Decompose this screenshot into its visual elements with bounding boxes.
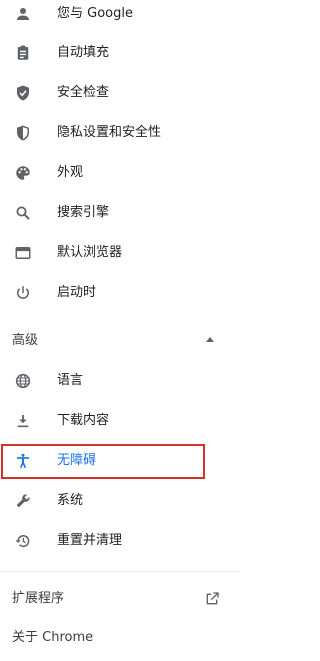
nav-item-extensions[interactable]: 扩展程序 xyxy=(0,585,240,613)
nav-item-appearance[interactable]: 外观 xyxy=(0,154,240,192)
clipboard-icon xyxy=(14,44,32,62)
history-reset-icon xyxy=(14,532,32,550)
nav-item-label: 语言 xyxy=(57,373,84,388)
nav-item-label: 默认浏览器 xyxy=(57,245,123,260)
advanced-section-label: 高级 xyxy=(12,333,39,348)
nav-item-label: 系统 xyxy=(57,493,84,508)
nav-item-default-browser[interactable]: 默认浏览器 xyxy=(0,234,240,272)
settings-sidebar-nav: 您与 Google 自动填充 安全检查 隐私设置和安全性 外观 搜索引擎 默认浏… xyxy=(0,0,260,661)
download-icon xyxy=(14,412,32,430)
nav-item-label: 扩展程序 xyxy=(12,591,65,606)
nav-item-reset-cleanup[interactable]: 重置并清理 xyxy=(0,522,240,560)
nav-item-search-engine[interactable]: 搜索引擎 xyxy=(0,194,240,232)
nav-item-label: 无障碍 xyxy=(57,453,97,468)
nav-item-on-startup[interactable]: 启动时 xyxy=(0,274,240,312)
nav-item-accessibility[interactable]: 无障碍 xyxy=(0,442,240,480)
nav-item-label: 搜索引擎 xyxy=(57,205,110,220)
browser-window-icon xyxy=(14,244,32,262)
palette-icon xyxy=(14,164,32,182)
nav-item-label: 关于 Chrome xyxy=(12,630,94,645)
nav-item-you-and-google[interactable]: 您与 Google xyxy=(0,0,240,33)
wrench-icon xyxy=(14,492,32,510)
nav-item-privacy-security[interactable]: 隐私设置和安全性 xyxy=(0,114,240,152)
nav-item-label: 下载内容 xyxy=(57,413,110,428)
accessibility-icon xyxy=(14,452,32,470)
external-link-icon xyxy=(204,591,220,607)
privacy-shield-icon xyxy=(14,124,32,142)
nav-item-about-chrome[interactable]: 关于 Chrome xyxy=(0,625,240,651)
nav-item-label: 隐私设置和安全性 xyxy=(57,125,162,140)
nav-item-label: 外观 xyxy=(57,165,84,180)
divider xyxy=(0,571,240,572)
nav-item-label: 重置并清理 xyxy=(57,533,123,548)
caret-up-icon xyxy=(206,337,214,342)
globe-icon xyxy=(14,372,32,390)
nav-item-languages[interactable]: 语言 xyxy=(0,362,240,400)
nav-item-label: 启动时 xyxy=(57,285,97,300)
nav-item-safety-check[interactable]: 安全检查 xyxy=(0,74,240,112)
nav-item-downloads[interactable]: 下载内容 xyxy=(0,402,240,440)
shield-check-icon xyxy=(14,84,32,102)
nav-item-label: 您与 Google xyxy=(57,6,133,21)
nav-item-label: 安全检查 xyxy=(57,85,110,100)
nav-item-system[interactable]: 系统 xyxy=(0,482,240,520)
advanced-section-toggle[interactable]: 高级 xyxy=(0,327,240,355)
nav-item-autofill[interactable]: 自动填充 xyxy=(0,34,240,72)
person-icon xyxy=(14,5,32,23)
nav-item-label: 自动填充 xyxy=(57,45,110,60)
search-icon xyxy=(14,204,32,222)
power-icon xyxy=(14,284,32,302)
